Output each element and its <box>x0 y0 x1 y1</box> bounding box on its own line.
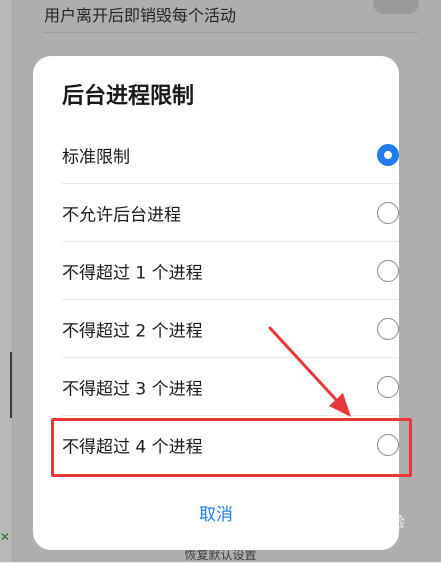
dialog-title: 后台进程限制 <box>62 84 195 109</box>
option-max-3-processes[interactable]: 不得超过 3 个进程 <box>62 358 399 416</box>
radio-unselected-icon[interactable] <box>377 201 399 224</box>
option-standard-limit[interactable]: 标准限制 <box>62 126 399 184</box>
option-max-2-processes[interactable]: 不得超过 2 个进程 <box>62 300 399 358</box>
radio-unselected-icon[interactable] <box>377 375 399 398</box>
option-no-background-processes[interactable]: 不允许后台进程 <box>62 184 399 242</box>
radio-selected-icon[interactable] <box>377 143 399 166</box>
baidu-watermark: Bai du 经验 <box>328 515 405 531</box>
option-label: 标准限制 <box>62 147 130 167</box>
option-label: 不得超过 3 个进程 <box>62 379 203 399</box>
annotation-highlight-box <box>51 418 412 477</box>
radio-unselected-icon[interactable] <box>377 317 399 340</box>
option-label: 不得超过 2 个进程 <box>62 321 203 341</box>
option-label: 不允许后台进程 <box>62 205 181 225</box>
option-label: 不得超过 1 个进程 <box>62 263 203 283</box>
option-max-1-process[interactable]: 不得超过 1 个进程 <box>62 242 399 300</box>
radio-unselected-icon[interactable] <box>377 259 399 282</box>
